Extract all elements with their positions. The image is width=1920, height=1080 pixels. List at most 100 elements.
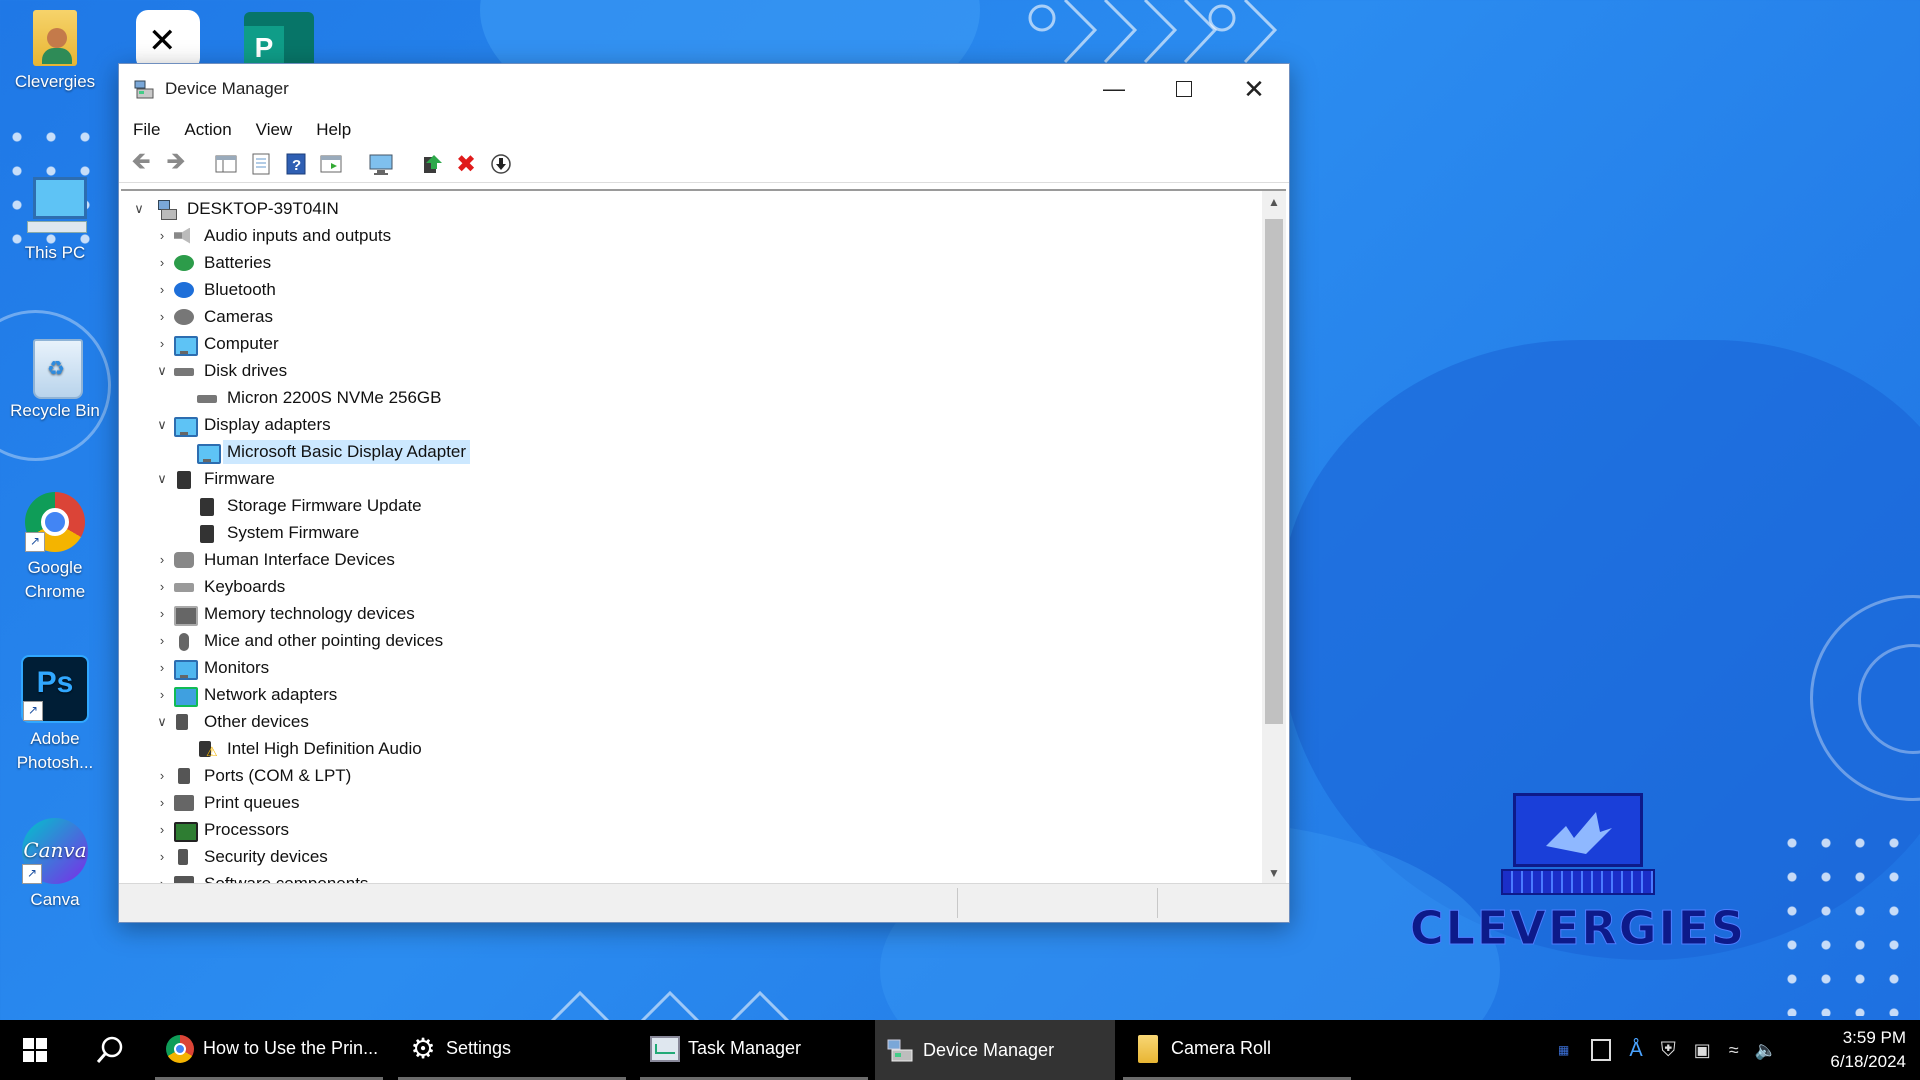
warning-device-icon: ⚠ (195, 738, 219, 760)
chevron-right-icon[interactable]: › (152, 822, 172, 837)
menu-view[interactable]: View (256, 120, 293, 140)
scrollbar-thumb[interactable] (1265, 219, 1283, 724)
desktop-icon-label: Clevergies (14, 72, 96, 91)
desktop-icon-clevergies[interactable]: Clevergies (5, 10, 105, 94)
uninstall-device-button[interactable]: ✖ (452, 150, 480, 178)
chevron-right-icon[interactable]: › (152, 579, 172, 594)
back-button[interactable]: 🡸 (127, 148, 155, 178)
chevron-right-icon[interactable]: › (152, 309, 172, 324)
tree-item[interactable]: Microsoft Basic Display Adapter (121, 438, 1261, 465)
clock[interactable]: 3:59 PM 6/18/2024 (1830, 1026, 1906, 1074)
bluetooth-icon[interactable]: Å (1629, 1039, 1642, 1062)
close-button[interactable]: ✕ (1219, 64, 1289, 114)
device-manager-window[interactable]: Device Manager — ✕ File Action View Help… (118, 63, 1290, 923)
capcut-icon[interactable]: ✕ (136, 10, 200, 70)
taskbar-item-device-manager[interactable]: Device Manager (875, 1020, 1115, 1080)
tree-item[interactable]: ∨ Firmware (121, 465, 1261, 492)
tree-item[interactable]: Storage Firmware Update (121, 492, 1261, 519)
tree-item[interactable]: › Computer (121, 330, 1261, 357)
tree-item[interactable]: › Human Interface Devices (121, 546, 1261, 573)
update-driver-button[interactable] (417, 150, 445, 178)
security-shield-icon[interactable]: ⛨ (1661, 1039, 1676, 1062)
chevron-down-icon[interactable]: ∨ (152, 714, 172, 730)
properties-button[interactable] (247, 150, 275, 178)
maximize-button[interactable] (1149, 64, 1219, 114)
chevron-right-icon[interactable]: › (152, 552, 172, 567)
tree-item[interactable]: › Bluetooth (121, 276, 1261, 303)
chevron-right-icon[interactable]: › (152, 768, 172, 783)
tree-item[interactable]: System Firmware (121, 519, 1261, 546)
taskbar-item-settings[interactable]: ⚙ Settings (398, 1020, 626, 1080)
chevron-right-icon[interactable]: › (152, 228, 172, 243)
tree-item[interactable]: › Software components (121, 870, 1261, 884)
chevron-right-icon[interactable]: › (152, 255, 172, 270)
tree-item[interactable]: › Mice and other pointing devices (121, 627, 1261, 654)
wifi-icon[interactable]: ≈ (1729, 1040, 1739, 1061)
chevron-down-icon[interactable]: ∨ (129, 201, 149, 217)
taskbar-item-camera-roll[interactable]: Camera Roll (1123, 1020, 1351, 1080)
menu-file[interactable]: File (133, 120, 160, 140)
chevron-right-icon[interactable]: › (152, 282, 172, 297)
desktop-icon-recycle-bin[interactable]: ♻ Recycle Bin (5, 335, 105, 423)
tree-item[interactable]: › Keyboards (121, 573, 1261, 600)
chevron-right-icon[interactable]: › (152, 633, 172, 648)
chevron-right-icon[interactable]: › (152, 795, 172, 810)
scan-hardware-button[interactable] (367, 150, 395, 178)
canva-icon: Canva ↗ (22, 818, 88, 884)
publisher-icon[interactable]: P (244, 12, 314, 70)
tree-item[interactable]: › Security devices (121, 843, 1261, 870)
tree-item[interactable]: › Processors (121, 816, 1261, 843)
chevron-right-icon[interactable]: › (152, 849, 172, 864)
chevron-down-icon[interactable]: ∨ (152, 471, 172, 487)
chevron-right-icon[interactable]: › (152, 660, 172, 675)
vertical-scrollbar[interactable]: ▲ ▼ (1262, 191, 1286, 884)
tree-item[interactable]: › Cameras (121, 303, 1261, 330)
firmware-icon (172, 468, 196, 490)
title-bar[interactable]: Device Manager — ✕ (119, 64, 1289, 114)
scroll-up-icon[interactable]: ▲ (1262, 191, 1286, 213)
tree-item[interactable]: › Memory technology devices (121, 600, 1261, 627)
menu-action[interactable]: Action (184, 120, 231, 140)
chevron-down-icon[interactable]: ∨ (152, 363, 172, 379)
tree-item[interactable]: › Print queues (121, 789, 1261, 816)
tree-item[interactable]: › Monitors (121, 654, 1261, 681)
desktop-icon-canva[interactable]: Canva ↗ Canva (5, 818, 105, 912)
tree-item[interactable]: ⚠ Intel High Definition Audio (121, 735, 1261, 762)
chevron-right-icon[interactable]: › (152, 336, 172, 351)
tree-item[interactable]: › Audio inputs and outputs (121, 222, 1261, 249)
meet-now-icon[interactable]: ▣ (1694, 1040, 1711, 1061)
camera-icon (172, 306, 196, 328)
tree-item[interactable]: › Network adapters (121, 681, 1261, 708)
tree-item[interactable]: ∨ Other devices (121, 708, 1261, 735)
tree-item[interactable]: › Ports (COM & LPT) (121, 762, 1261, 789)
tree-item[interactable]: › Batteries (121, 249, 1261, 276)
scroll-down-icon[interactable]: ▼ (1262, 862, 1286, 884)
menu-help[interactable]: Help (316, 120, 351, 140)
taskbar-item-chrome[interactable]: How to Use the Prin... (155, 1020, 383, 1080)
notes-icon[interactable] (1591, 1039, 1612, 1061)
start-button[interactable] (0, 1020, 70, 1080)
chevron-down-icon[interactable]: ∨ (152, 417, 172, 433)
shortcut-arrow-icon: ↗ (23, 701, 43, 721)
taskbar-item-task-manager[interactable]: Task Manager (640, 1020, 868, 1080)
tree-item[interactable]: ∨ Display adapters (121, 411, 1261, 438)
tree-item[interactable]: ∨ Disk drives (121, 357, 1261, 384)
minimize-button[interactable]: — (1079, 64, 1149, 114)
disable-device-button[interactable] (487, 150, 515, 178)
volume-icon[interactable]: 🔈 (1755, 1040, 1777, 1061)
search-button[interactable] (80, 1020, 140, 1080)
show-hide-console-tree-button[interactable] (212, 150, 240, 178)
desktop-icon-google-chrome[interactable]: ↗ Google Chrome (5, 492, 105, 604)
chevron-right-icon[interactable]: › (152, 606, 172, 621)
desktop-icon-this-pc[interactable]: This PC (5, 175, 105, 265)
device-tree-pane[interactable]: ∨ DESKTOP-39T04IN › Audio inputs and outp… (121, 189, 1286, 884)
weather-icon[interactable]: ▦ (1558, 1043, 1569, 1057)
action-pane-button[interactable] (317, 150, 345, 178)
tree-root[interactable]: ∨ DESKTOP-39T04IN (121, 195, 1261, 222)
chevron-right-icon[interactable]: › (152, 687, 172, 702)
computer-root-icon (155, 198, 179, 220)
tree-item[interactable]: Micron 2200S NVMe 256GB (121, 384, 1261, 411)
desktop-icon-adobe-photoshop[interactable]: Ps ↗ Adobe Photosh... (5, 655, 105, 775)
help-button[interactable]: ? (282, 150, 310, 178)
forward-button[interactable]: 🡺 (162, 148, 190, 178)
